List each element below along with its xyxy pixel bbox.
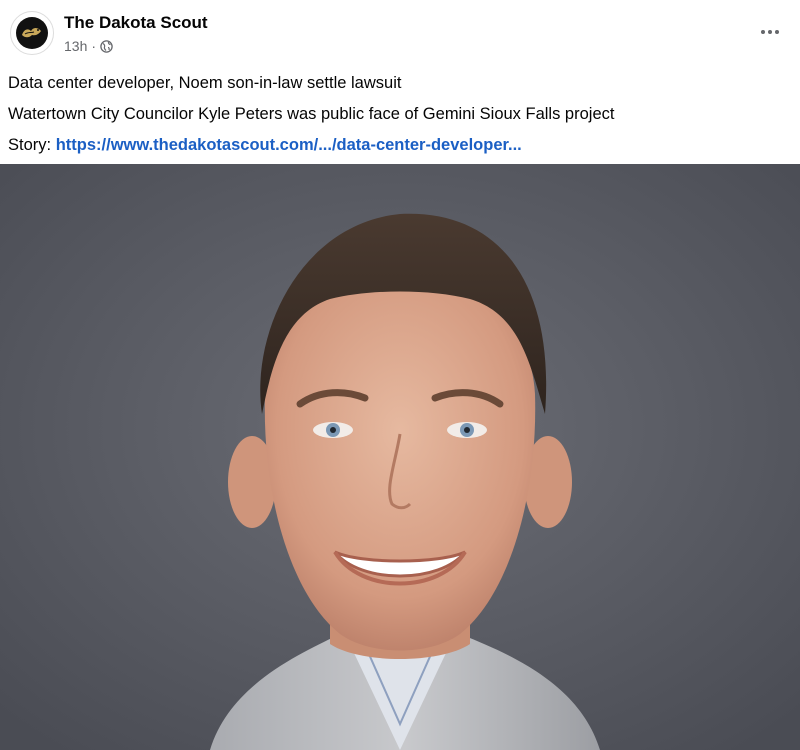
post-photo[interactable] — [0, 164, 800, 750]
story-link[interactable]: https://www.thedakotascout.com/.../data-… — [56, 136, 522, 154]
more-options-icon — [761, 30, 779, 34]
post-story-line: Story: https://www.thedakotascout.com/..… — [8, 130, 792, 161]
page-avatar[interactable] — [10, 11, 54, 55]
dakota-scout-logo-icon — [16, 17, 48, 49]
meta-separator: · — [91, 38, 97, 54]
more-options-button[interactable] — [754, 18, 786, 46]
post-timestamp[interactable]: 13h — [64, 38, 87, 54]
post-text: Data center developer, Noem son-in-law s… — [8, 68, 792, 161]
page-name[interactable]: The Dakota Scout — [64, 13, 208, 33]
facebook-post: The Dakota Scout 13h · Data center devel… — [0, 0, 800, 750]
post-header: The Dakota Scout 13h · — [0, 0, 800, 66]
globe-icon[interactable] — [100, 39, 113, 53]
story-label: Story: — [8, 136, 52, 154]
post-subheadline: Watertown City Councilor Kyle Peters was… — [8, 105, 615, 123]
post-meta: 13h · — [64, 38, 113, 54]
post-headline: Data center developer, Noem son-in-law s… — [8, 74, 402, 92]
